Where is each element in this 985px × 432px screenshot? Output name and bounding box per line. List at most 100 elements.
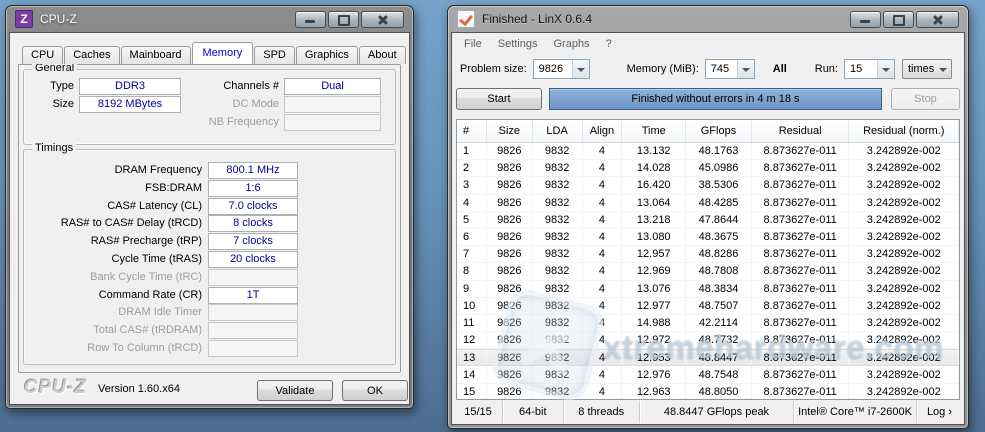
all-label: All (773, 63, 787, 75)
table-cell: 9832 (533, 263, 583, 279)
table-cell: 9832 (533, 195, 583, 211)
linx-run-row: Start Finished without errors in 4 m 18 … (452, 87, 964, 111)
table-cell: 8.873627e-011 (752, 281, 850, 297)
table-cell: 13 (457, 350, 487, 365)
table-cell: 4 (583, 350, 623, 365)
column-header-gflops[interactable]: GFlops (686, 120, 752, 142)
ok-button[interactable]: OK (342, 380, 408, 401)
table-cell: 9832 (533, 366, 583, 382)
column-header-help[interactable]: # (457, 120, 487, 142)
problem-size-label: Problem size: (460, 63, 527, 75)
table-row[interactable]: 1398269832412.95348.84478.873627e-0113.2… (457, 349, 959, 366)
table-row[interactable]: 1098269832412.97748.75078.873627e-0113.2… (457, 298, 959, 315)
menu-graphs[interactable]: Graphs (545, 35, 597, 53)
table-row[interactable]: 1198269832414.98842.21148.873627e-0113.2… (457, 315, 959, 332)
table-cell: 4 (583, 298, 623, 314)
table-row[interactable]: 798269832412.95748.82868.873627e-0113.24… (457, 246, 959, 263)
close-button[interactable] (916, 11, 959, 28)
table-cell: 48.7732 (686, 332, 752, 348)
minimize-button[interactable] (850, 11, 881, 28)
column-header-size[interactable]: Size (487, 120, 533, 142)
table-cell: 47.8644 (686, 212, 752, 228)
start-button[interactable]: Start (456, 88, 542, 110)
z-logo-letter: Z (20, 12, 27, 26)
table-row[interactable]: 298269832414.02845.09868.873627e-0113.24… (457, 160, 959, 177)
field-value (208, 340, 298, 357)
table-cell: 8 (457, 263, 487, 279)
log-button[interactable]: Log › (917, 401, 962, 423)
menu-file[interactable]: File (456, 35, 490, 53)
tab-spd[interactable]: SPD (254, 46, 295, 64)
memory-select[interactable]: 745 (705, 59, 755, 79)
table-cell: 9826 (487, 384, 533, 400)
table-cell: 8.873627e-011 (752, 160, 850, 176)
table-row[interactable]: 1598269832412.96348.80508.873627e-0113.2… (457, 384, 959, 400)
maximize-button[interactable] (328, 11, 359, 28)
tab-graphics[interactable]: Graphics (296, 46, 358, 64)
table-row[interactable]: 998269832413.07648.38348.873627e-0113.24… (457, 281, 959, 298)
table-cell: 12.976 (622, 366, 686, 382)
close-button[interactable] (361, 11, 404, 28)
column-header-residual[interactable]: Residual (752, 120, 850, 142)
table-cell: 4 (583, 315, 623, 331)
cpuz-logo: CPU-Z (24, 377, 87, 399)
table-row[interactable]: 698269832413.08048.36758.873627e-0113.24… (457, 229, 959, 246)
chevron-down-icon (572, 60, 589, 78)
table-row[interactable]: 1298269832412.97248.77328.873627e-0113.2… (457, 332, 959, 349)
table-cell: 14 (457, 366, 487, 382)
table-row[interactable]: 898269832412.96948.78088.873627e-0113.24… (457, 263, 959, 280)
table-row[interactable]: 498269832413.06448.42858.873627e-0113.24… (457, 195, 959, 212)
timing-row-cycle-time-tras: Cycle Time (tRAS)20 clocks (30, 251, 389, 267)
table-cell: 9826 (487, 332, 533, 348)
table-cell: 3.242892e-002 (849, 350, 959, 365)
z-logo-icon: Z (15, 10, 33, 28)
table-cell: 4 (583, 229, 623, 245)
column-header-align[interactable]: Align (583, 120, 623, 142)
menu-help[interactable]: ? (598, 35, 620, 53)
cpuz-window-controls (295, 11, 404, 28)
cpuz-tabs: CPUCachesMainboardMemorySPDGraphicsAbout (22, 45, 407, 64)
field-label: DC Mode (130, 97, 279, 112)
minimize-button[interactable] (295, 11, 326, 28)
field-label: DRAM Frequency (30, 163, 202, 178)
column-header-time[interactable]: Time (622, 120, 686, 142)
table-cell: 14.028 (622, 160, 686, 176)
table-cell: 4 (583, 263, 623, 279)
table-cell: 9826 (487, 195, 533, 211)
run-count-value: 15 (845, 63, 877, 75)
table-cell: 8.873627e-011 (752, 195, 850, 211)
run-label: Run: (815, 63, 838, 75)
column-header-lda[interactable]: LDA (533, 120, 583, 142)
tab-memory[interactable]: Memory (192, 42, 254, 64)
table-row[interactable]: 598269832413.21847.86448.873627e-0113.24… (457, 212, 959, 229)
validate-button[interactable]: Validate (257, 380, 333, 401)
table-row[interactable]: 198269832413.13248.17638.873627e-0113.24… (457, 143, 959, 160)
tab-caches[interactable]: Caches (64, 46, 119, 64)
linx-window-controls (850, 11, 959, 28)
table-cell: 48.7507 (686, 298, 752, 314)
maximize-button[interactable] (883, 11, 914, 28)
table-cell: 4 (583, 366, 623, 382)
tab-mainboard[interactable]: Mainboard (121, 46, 191, 64)
table-cell: 8.873627e-011 (752, 229, 850, 245)
stop-button[interactable]: Stop (891, 88, 960, 110)
field-label: CAS# Latency (CL) (30, 199, 202, 214)
problem-size-select[interactable]: 9826 (533, 59, 590, 79)
tab-about[interactable]: About (359, 46, 406, 64)
table-cell: 13.076 (622, 281, 686, 297)
table-cell: 3.242892e-002 (849, 263, 959, 279)
run-count-select[interactable]: 15 (844, 59, 895, 79)
table-cell: 4 (583, 332, 623, 348)
table-cell: 4 (583, 384, 623, 400)
table-cell: 12.957 (622, 246, 686, 262)
table-cell: 8.873627e-011 (752, 315, 850, 331)
table-cell: 8.873627e-011 (752, 350, 850, 365)
table-cell: 9832 (533, 212, 583, 228)
column-header-residual-norm[interactable]: Residual (norm.) (849, 120, 959, 142)
table-row[interactable]: 398269832416.42038.53068.873627e-0113.24… (457, 177, 959, 194)
run-unit-select[interactable]: times (902, 59, 952, 79)
table-row[interactable]: 1498269832412.97648.75488.873627e-0113.2… (457, 366, 959, 383)
tab-cpu[interactable]: CPU (22, 46, 63, 64)
table-cell: 4 (583, 281, 623, 297)
menu-settings[interactable]: Settings (490, 35, 546, 53)
